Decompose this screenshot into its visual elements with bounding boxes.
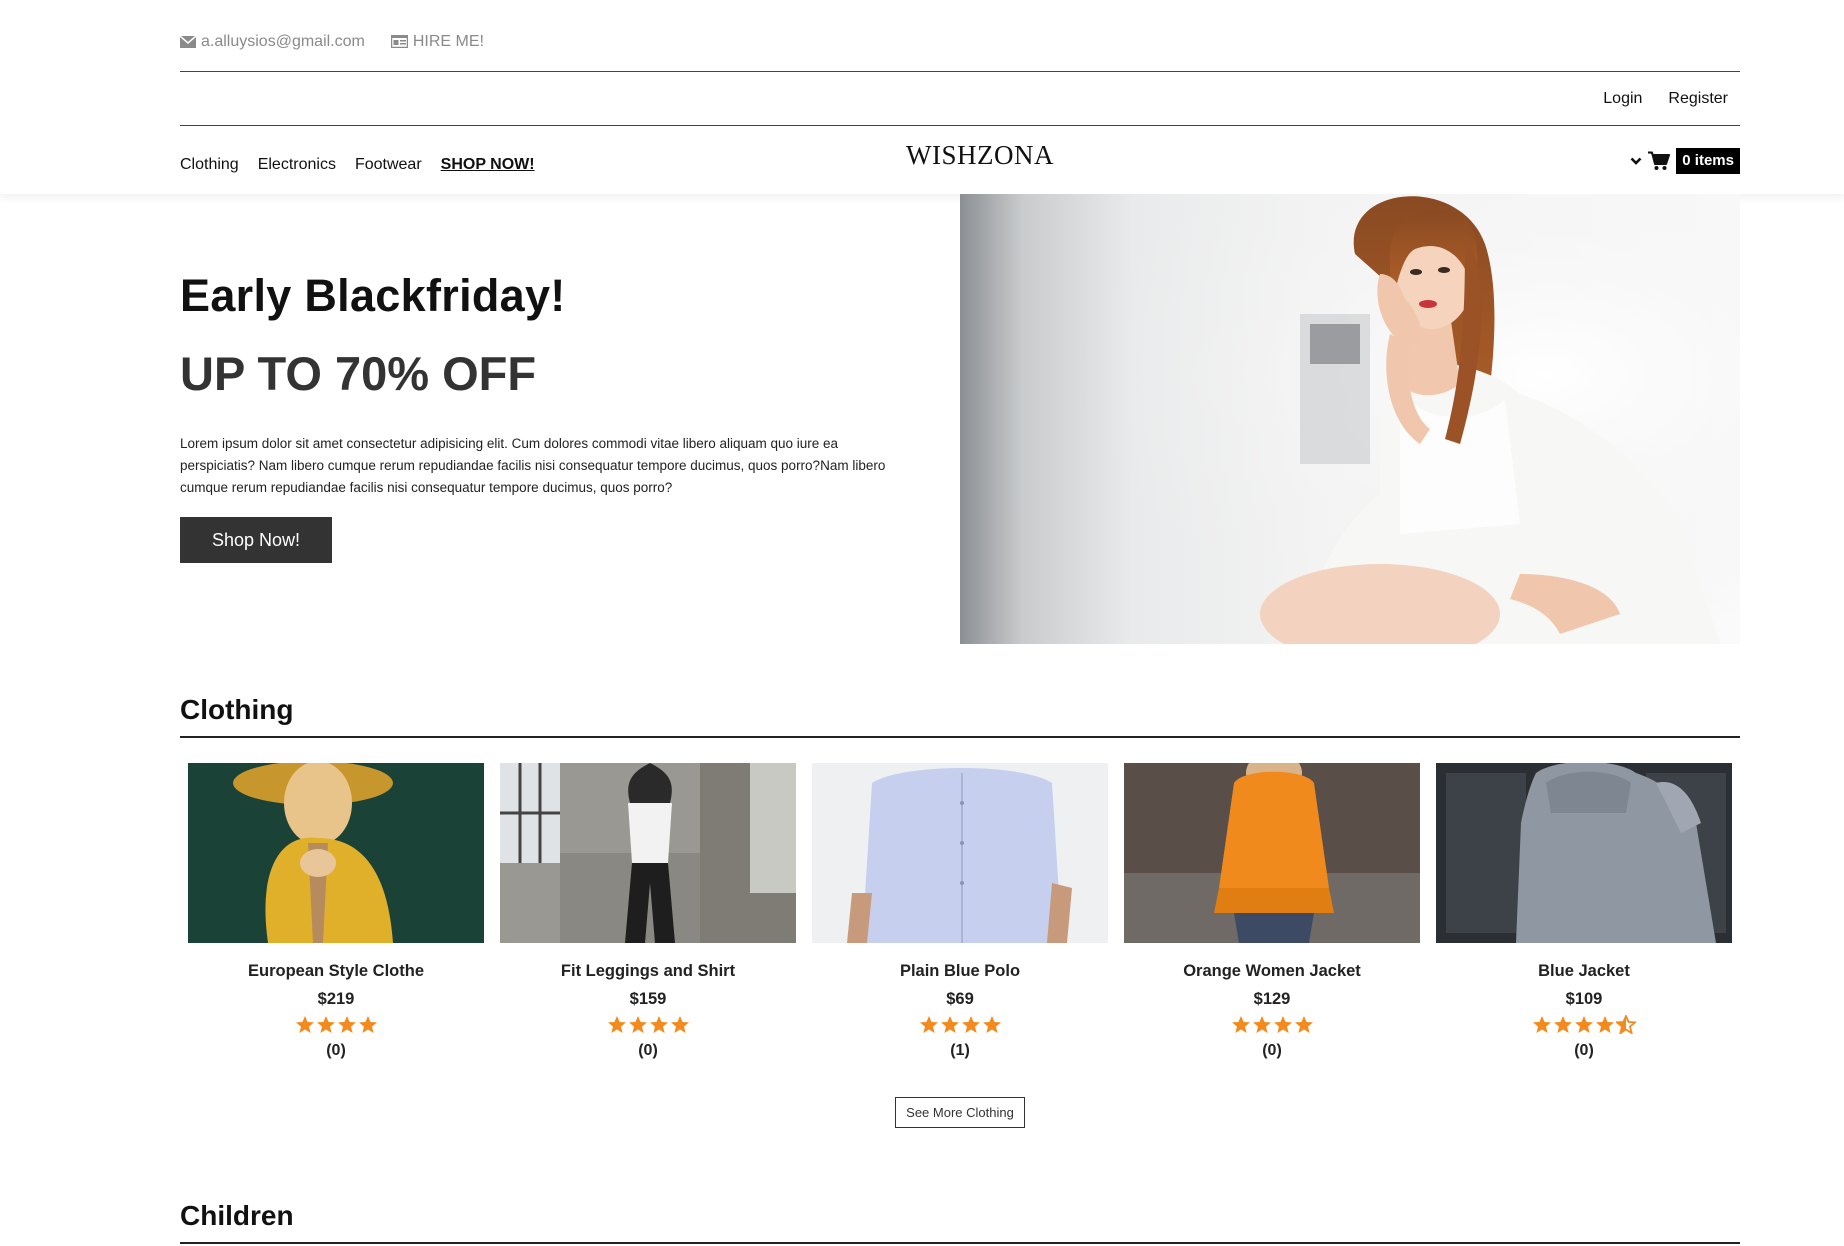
envelope-icon [180, 35, 196, 48]
star-full-icon [1294, 1016, 1313, 1033]
star-full-icon [337, 1016, 356, 1033]
star-full-icon [649, 1016, 668, 1033]
star-full-icon [961, 1016, 980, 1033]
main-nav: Clothing Electronics Footwear SHOP NOW! … [180, 126, 1740, 194]
nav-link-footwear[interactable]: Footwear [355, 156, 422, 174]
product-price: $159 [629, 990, 667, 1008]
id-card-icon [390, 35, 408, 48]
product-rating [812, 1015, 1108, 1035]
email-link[interactable]: a.alluysios@gmail.com [180, 33, 365, 51]
product-rating [1436, 1015, 1732, 1035]
product-image[interactable] [188, 763, 484, 943]
product-image[interactable] [1436, 763, 1732, 943]
section-title-children: Children [180, 1200, 1740, 1244]
top-contact-bar: a.alluysios@gmail.com HIRE ME! [180, 28, 1740, 72]
see-more-clothing-button[interactable]: See More Clothing [895, 1097, 1025, 1128]
hero-subtitle: UP TO 70% OFF [180, 347, 537, 400]
product-image[interactable] [812, 763, 1108, 943]
auth-bar: Login Register [180, 72, 1740, 126]
shop-now-button[interactable]: Shop Now! [180, 517, 332, 563]
review-count: (0) [1574, 1042, 1594, 1059]
product-list: European Style Clothe $219 (0) Fit Leggi… [188, 763, 1732, 1060]
brand-logo[interactable]: WISHZONA [880, 140, 1080, 171]
star-full-icon [316, 1016, 335, 1033]
star-full-icon [1575, 1016, 1593, 1033]
product-rating [188, 1015, 484, 1035]
product-price: $219 [317, 990, 355, 1008]
product-price: $109 [1565, 990, 1603, 1008]
product-card[interactable]: European Style Clothe $219 (0) [188, 763, 484, 1060]
hire-me-text: HIRE ME! [412, 32, 484, 50]
nav-link-electronics[interactable]: Electronics [258, 156, 336, 174]
clothing-section: Clothing [180, 694, 1740, 738]
nav-links: Clothing Electronics Footwear SHOP NOW! [180, 156, 535, 174]
star-full-icon [670, 1016, 689, 1033]
product-name[interactable]: Orange Women Jacket [1124, 962, 1420, 981]
section-title-clothing: Clothing [180, 694, 1740, 738]
star-full-icon [358, 1016, 377, 1033]
star-full-icon [1554, 1016, 1572, 1033]
review-count: (0) [638, 1042, 658, 1059]
product-card[interactable]: Fit Leggings and Shirt $159 (0) [500, 763, 796, 1060]
product-image[interactable] [1124, 763, 1420, 943]
product-price: $129 [1253, 990, 1291, 1008]
product-name[interactable]: European Style Clothe [188, 962, 484, 981]
login-link[interactable]: Login [1603, 90, 1642, 108]
product-rating [500, 1015, 796, 1035]
star-full-icon [1273, 1016, 1292, 1033]
hero-woman-illustration [960, 194, 1740, 644]
hero-title: Early Blackfriday! [180, 270, 566, 321]
hire-me-link[interactable]: HIRE ME! [390, 32, 484, 51]
product-image[interactable] [500, 763, 796, 943]
hero-image [960, 194, 1740, 644]
product-card[interactable]: Orange Women Jacket $129 (0) [1124, 763, 1420, 1060]
children-section: Children [180, 1200, 1740, 1244]
star-full-icon [919, 1016, 938, 1033]
cart-count-badge[interactable]: 0 items [1676, 148, 1740, 174]
product-rating [1124, 1015, 1420, 1035]
register-link[interactable]: Register [1668, 90, 1728, 108]
product-name[interactable]: Blue Jacket [1436, 962, 1732, 981]
product-name[interactable]: Plain Blue Polo [812, 962, 1108, 981]
product-name[interactable]: Fit Leggings and Shirt [500, 962, 796, 981]
star-full-icon [628, 1016, 647, 1033]
star-full-icon [1231, 1016, 1250, 1033]
review-count: (0) [1262, 1042, 1282, 1059]
cart-area[interactable]: 0 items [1630, 148, 1740, 174]
star-full-icon [1533, 1016, 1551, 1033]
star-full-icon [1596, 1016, 1614, 1033]
hero-text: Early Blackfriday! UP TO 70% OFF Lorem i… [180, 270, 910, 563]
hero-description: Lorem ipsum dolor sit amet consectetur a… [180, 436, 886, 495]
star-half-icon [1616, 1015, 1636, 1034]
product-card[interactable]: Blue Jacket $109 (0) [1436, 763, 1732, 1060]
cart-icon[interactable] [1648, 151, 1671, 171]
email-text: a.alluysios@gmail.com [201, 32, 365, 50]
product-price: $69 [946, 990, 974, 1008]
star-full-icon [1252, 1016, 1271, 1033]
nav-link-shop-now[interactable]: SHOP NOW! [441, 156, 535, 174]
star-full-icon [940, 1016, 959, 1033]
nav-link-clothing[interactable]: Clothing [180, 156, 239, 174]
review-count: (0) [326, 1042, 346, 1059]
chevron-down-icon[interactable] [1630, 156, 1642, 166]
star-full-icon [982, 1016, 1001, 1033]
star-full-icon [607, 1016, 626, 1033]
star-full-icon [295, 1016, 314, 1033]
product-card[interactable]: Plain Blue Polo $69 (1) [812, 763, 1108, 1060]
review-count: (1) [950, 1042, 970, 1059]
